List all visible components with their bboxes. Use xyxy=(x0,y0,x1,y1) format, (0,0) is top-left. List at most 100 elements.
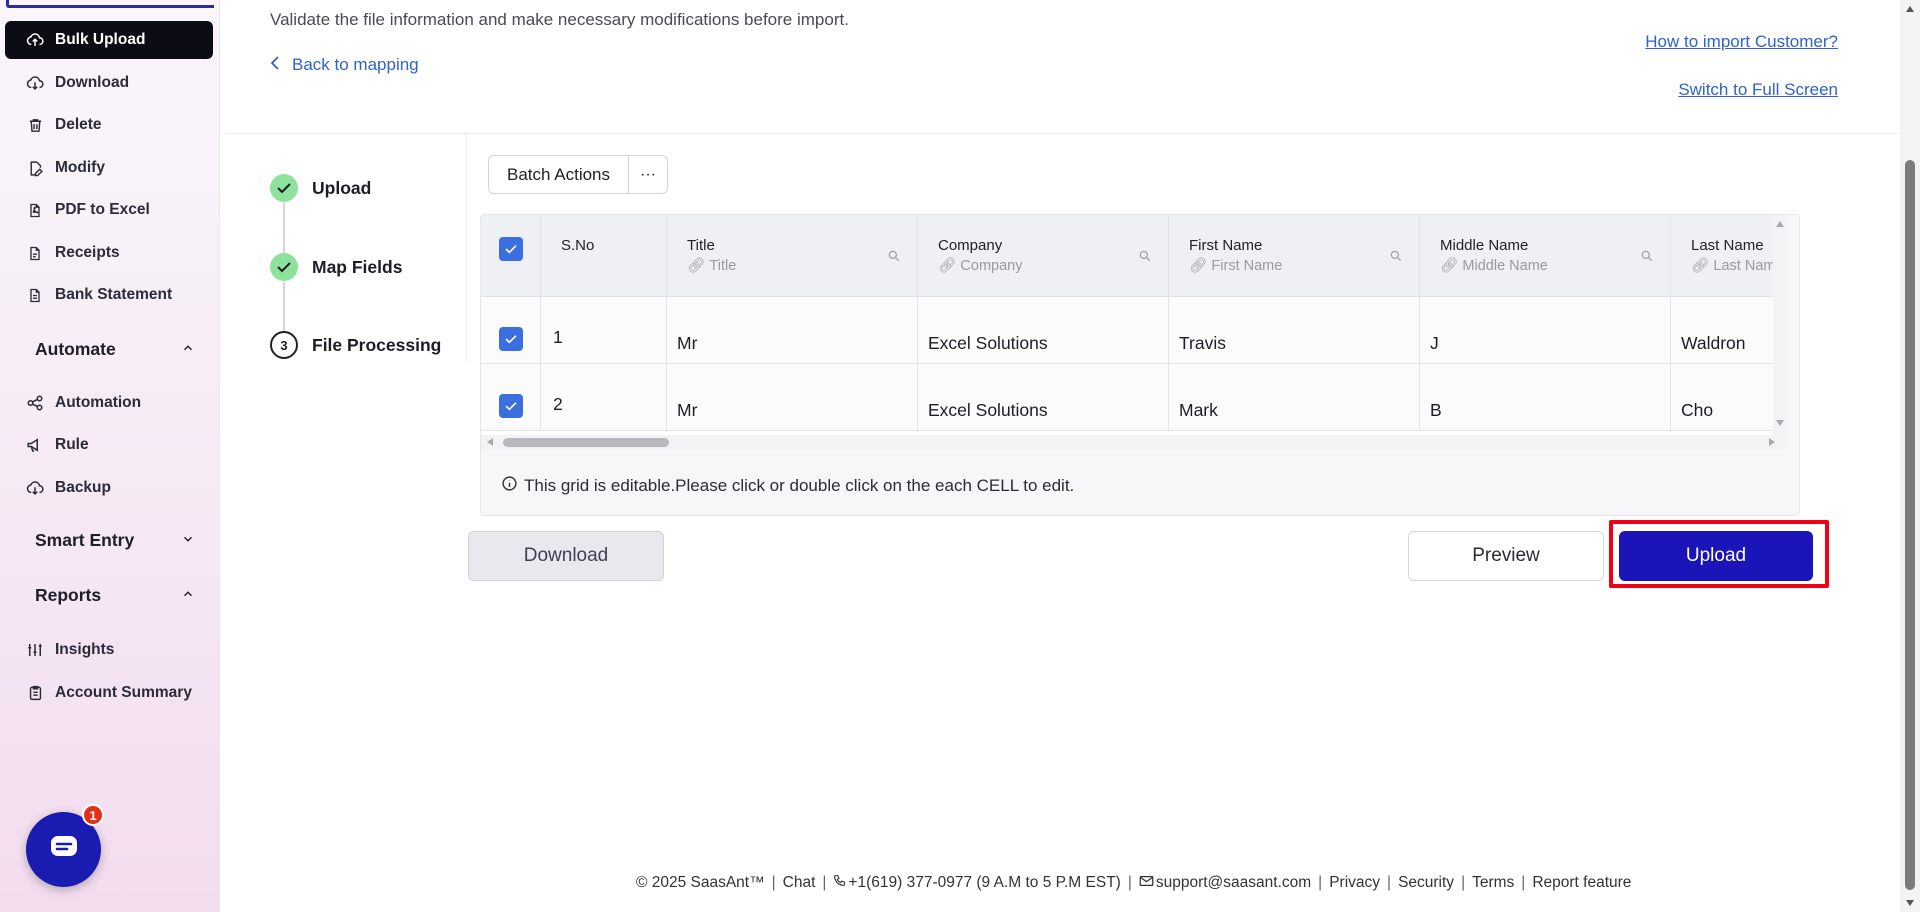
batch-actions-button[interactable]: Batch Actions xyxy=(489,156,630,193)
table-row[interactable]: 1 Mr Excel Solutions Travis J Waldron xyxy=(481,297,1787,364)
section-smart-entry-label: Smart Entry xyxy=(35,530,135,550)
chevron-up-icon xyxy=(181,587,195,604)
header-first-name-col[interactable]: First Name 🔗︎ First Name xyxy=(1169,215,1420,296)
scrollbar-thumb[interactable] xyxy=(1905,160,1915,890)
chevron-down-icon xyxy=(181,532,195,549)
clipboard-icon xyxy=(25,683,45,703)
header-title: Title xyxy=(687,237,715,254)
grid-horizontal-scrollbar[interactable] xyxy=(481,435,1787,449)
row-checkbox[interactable] xyxy=(499,327,523,351)
sidebar-item-label: Modify xyxy=(55,159,105,176)
main-content: Validate the file information and make n… xyxy=(226,0,1900,912)
cell-text: J xyxy=(1430,333,1439,353)
cell-title[interactable]: Mr xyxy=(667,364,918,430)
search-icon[interactable] xyxy=(1389,249,1403,268)
cell-middle-name[interactable]: B xyxy=(1420,364,1671,430)
grid-vertical-scrollbar[interactable] xyxy=(1773,215,1787,435)
sidebar-item-label: PDF to Excel xyxy=(55,201,150,218)
switch-full-screen-link[interactable]: Switch to Full Screen xyxy=(1678,80,1838,100)
row-select-cell xyxy=(481,364,541,430)
footer-phone[interactable]: +1(619) 377-0977 (9 A.M to 5 P.M EST) xyxy=(848,874,1120,892)
footer-privacy-link[interactable]: Privacy xyxy=(1329,874,1380,892)
sidebar-item-bank-statement[interactable]: Bank Statement xyxy=(5,276,213,314)
row-checkbox[interactable] xyxy=(499,394,523,418)
preview-button[interactable]: Preview xyxy=(1408,531,1604,581)
cell-text: Travis xyxy=(1179,333,1226,353)
sidebar-item-backup[interactable]: Backup xyxy=(5,469,213,507)
cell-company[interactable]: Excel Solutions xyxy=(918,297,1169,363)
section-reports[interactable]: Reports xyxy=(35,585,195,606)
share-nodes-icon xyxy=(25,393,45,413)
sidebar-item-receipts[interactable]: Receipts xyxy=(5,234,213,272)
download-button[interactable]: Download xyxy=(468,531,664,581)
header-title-col[interactable]: Title 🔗︎ Title xyxy=(667,215,918,296)
cloud-backup-icon xyxy=(25,478,45,498)
sidebar-item-bulk-upload[interactable]: Bulk Upload xyxy=(5,21,213,59)
chevron-left-icon xyxy=(270,55,280,75)
footer-email-link[interactable]: support@saasant.com xyxy=(1156,874,1311,892)
cell-middle-name[interactable]: J xyxy=(1420,297,1671,363)
header-company-col[interactable]: Company 🔗︎ Company xyxy=(918,215,1169,296)
cell-first-name[interactable]: Mark xyxy=(1169,364,1420,430)
footer-report-feature-link[interactable]: Report feature xyxy=(1532,874,1631,892)
cell-last-name[interactable]: Waldron xyxy=(1671,297,1787,363)
back-to-mapping-link[interactable]: Back to mapping xyxy=(270,55,419,75)
sidebar-item-pdf-to-excel[interactable]: PDF to Excel xyxy=(5,191,213,229)
header-sno[interactable]: S.No xyxy=(541,215,667,296)
cell-last-name[interactable]: Cho xyxy=(1671,364,1787,430)
cell-sno[interactable]: 2 xyxy=(541,364,667,430)
footer-terms-link[interactable]: Terms xyxy=(1472,874,1514,892)
header-last-name-col[interactable]: Last Name 🔗︎ Last Name xyxy=(1671,215,1787,296)
sidebar-item-download[interactable]: Download xyxy=(5,64,213,102)
header-sub: First Name xyxy=(1211,257,1283,274)
page-scrollbar[interactable] xyxy=(1900,0,1920,912)
footer-security-link[interactable]: Security xyxy=(1398,874,1454,892)
table-row[interactable]: 2 Mr Excel Solutions Mark B Cho xyxy=(481,364,1787,431)
sidebar-item-insights[interactable]: Insights xyxy=(5,631,213,669)
sidebar-item-automation[interactable]: Automation xyxy=(5,384,213,422)
footer-chat-link[interactable]: Chat xyxy=(783,874,816,892)
step-label: Upload xyxy=(312,177,372,198)
sidebar-item-modify[interactable]: Modify xyxy=(5,149,213,187)
header-title: First Name xyxy=(1189,237,1263,254)
cell-first-name[interactable]: Travis xyxy=(1169,297,1420,363)
step-label: Map Fields xyxy=(312,256,403,277)
how-to-import-link[interactable]: How to import Customer? xyxy=(1645,32,1838,52)
grid-note-text: This grid is editable.Please click or do… xyxy=(524,476,1075,495)
cell-text: Waldron xyxy=(1681,333,1746,353)
search-icon[interactable] xyxy=(1138,249,1152,268)
cell-text: Excel Solutions xyxy=(928,400,1048,420)
statement-icon xyxy=(25,285,45,305)
cell-sno[interactable]: 1 xyxy=(541,297,667,363)
sidebar-item-account-summary[interactable]: Account Summary xyxy=(5,674,213,712)
header-middle-name-col[interactable]: Middle Name 🔗︎ Middle Name xyxy=(1420,215,1671,296)
cell-title[interactable]: Mr xyxy=(667,297,918,363)
header-sub: Middle Name xyxy=(1462,257,1548,274)
select-all-checkbox[interactable] xyxy=(499,237,523,261)
header-select-col xyxy=(481,215,541,296)
sidebar: Bulk Upload Download Delete Modify PDF t… xyxy=(0,0,220,912)
search-icon[interactable] xyxy=(1640,249,1654,268)
link-icon: 🔗︎ xyxy=(1691,258,1710,274)
sidebar-item-delete[interactable]: Delete xyxy=(5,106,213,144)
sidebar-item-label: Receipts xyxy=(55,244,120,261)
cell-text: Mark xyxy=(1179,400,1218,420)
sidebar-item-rule[interactable]: Rule xyxy=(5,426,213,464)
step-map-fields: Map Fields xyxy=(270,253,402,281)
link-icon: 🔗︎ xyxy=(1440,258,1459,274)
header-title: Middle Name xyxy=(1440,237,1529,254)
upload-button[interactable]: Upload xyxy=(1619,531,1813,581)
cell-company[interactable]: Excel Solutions xyxy=(918,364,1169,430)
search-icon[interactable] xyxy=(887,249,901,268)
section-automate[interactable]: Automate xyxy=(35,339,195,360)
sidebar-item-label: Delete xyxy=(55,116,102,133)
page-subtitle: Validate the file information and make n… xyxy=(270,10,849,29)
more-actions-button[interactable]: ··· xyxy=(629,156,667,193)
chat-icon xyxy=(49,834,79,865)
grid-editable-note: This grid is editable.Please click or do… xyxy=(501,475,1074,497)
footer: © 2025 SaasAnt™ | Chat | +1(619) 377-097… xyxy=(636,874,1632,892)
sidebar-item-label: Rule xyxy=(55,436,89,453)
scrollbar-thumb[interactable] xyxy=(503,438,669,447)
section-smart-entry[interactable]: Smart Entry xyxy=(35,530,195,551)
header-title: Company xyxy=(938,237,1003,254)
